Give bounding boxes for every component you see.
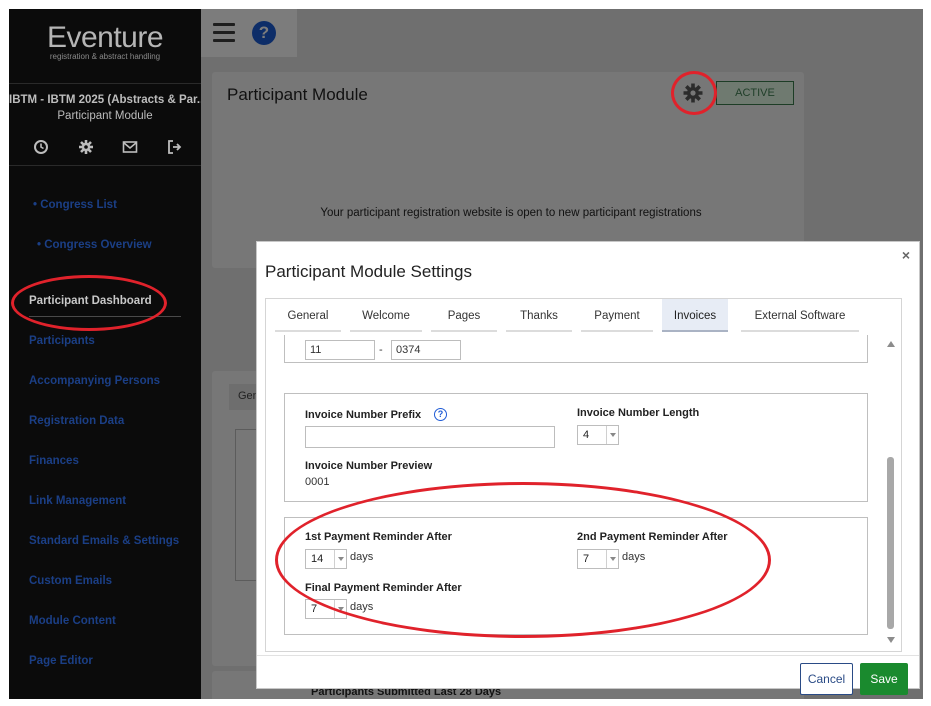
sidebar-item-accompanying-persons[interactable]: Accompanying Persons [29, 375, 160, 387]
sidebar-item-custom-emails[interactable]: Custom Emails [29, 575, 112, 587]
sidebar-item-module-content[interactable]: Module Content [29, 615, 116, 627]
app-window: Eventure registration & abstract handlin… [9, 9, 923, 699]
tab-general[interactable]: General [275, 299, 341, 332]
chevron-down-icon [334, 550, 346, 568]
sidebar-icon-bar [33, 139, 183, 155]
top-bar: ? [201, 9, 297, 57]
clock-icon[interactable] [33, 139, 49, 155]
hamburger-menu-icon[interactable] [213, 23, 235, 43]
invoice-number-section: Invoice Number Prefix ? Invoice Number L… [284, 393, 868, 502]
modal-title: Participant Module Settings [265, 262, 472, 281]
scroll-down-icon[interactable] [887, 637, 895, 643]
scroll-thumb[interactable] [887, 457, 894, 629]
tab-thanks[interactable]: Thanks [506, 299, 572, 332]
range-separator: - [379, 344, 383, 356]
divider [9, 165, 201, 166]
mail-icon[interactable] [122, 139, 138, 155]
logo: Eventure registration & abstract handlin… [9, 21, 201, 61]
invoice-start-field-b[interactable]: 0374 [391, 340, 461, 360]
days-unit: days [350, 551, 374, 563]
logo-subtitle: registration & abstract handling [49, 52, 161, 61]
sidebar-item-congress-overview[interactable]: • Congress Overview [37, 239, 152, 251]
settings-tabs: General Welcome Pages Thanks Payment Inv… [266, 299, 903, 333]
invoice-length-value: 4 [583, 429, 590, 441]
tab-invoices[interactable]: Invoices [662, 299, 728, 332]
invoice-preview-label: Invoice Number Preview [305, 460, 433, 472]
second-reminder-value: 7 [583, 553, 590, 565]
congress-title: IBTM - IBTM 2025 (Abstracts & Par... [9, 94, 201, 106]
logo-title: Eventure [46, 21, 164, 54]
modal-footer: Cancel Save [257, 655, 919, 695]
final-reminder-value: 7 [311, 603, 318, 615]
final-reminder-select[interactable]: 7 [305, 599, 347, 619]
divider [9, 83, 201, 84]
second-reminder-label: 2nd Payment Reminder After [577, 531, 728, 543]
settings-scroll-area[interactable]: 11 - 0374 Invoice Number Prefix ? Invoic… [266, 335, 903, 651]
days-unit: days [350, 601, 374, 613]
settings-gear-icon[interactable] [682, 82, 704, 104]
tab-pages[interactable]: Pages [431, 299, 497, 332]
scroll-up-icon[interactable] [887, 341, 895, 347]
active-underline [29, 316, 181, 317]
first-reminder-value: 14 [311, 553, 324, 565]
first-reminder-select[interactable]: 14 [305, 549, 347, 569]
sidebar-item-link-management[interactable]: Link Management [29, 495, 126, 507]
sidebar-item-finances[interactable]: Finances [29, 455, 79, 467]
invoice-prefix-input[interactable] [305, 426, 555, 448]
days-unit: days [622, 551, 646, 563]
tab-payment[interactable]: Payment [581, 299, 653, 332]
modal-body: General Welcome Pages Thanks Payment Inv… [265, 298, 902, 652]
module-name: Participant Module [57, 110, 153, 122]
sign-out-icon[interactable] [167, 139, 183, 155]
help-circle-icon[interactable]: ? [434, 408, 447, 421]
payment-reminders-section: 1st Payment Reminder After 14 days 2nd P… [284, 517, 868, 635]
page-title: Participant Module [227, 85, 368, 104]
tab-external-software[interactable]: External Software [741, 299, 859, 332]
second-reminder-select[interactable]: 7 [577, 549, 619, 569]
sidebar-item-congress-list[interactable]: • Congress List [33, 199, 117, 211]
sidebar-item-registration-data[interactable]: Registration Data [29, 415, 124, 427]
chevron-down-icon [334, 600, 346, 618]
invoice-length-select[interactable]: 4 [577, 425, 619, 445]
settings-modal: Participant Module Settings × General We… [256, 241, 920, 695]
help-icon[interactable]: ? [252, 21, 276, 45]
status-badge: ACTIVE [716, 81, 794, 105]
vertical-scrollbar[interactable] [884, 335, 898, 651]
invoice-prefix-label: Invoice Number Prefix [305, 409, 422, 421]
save-button[interactable]: Save [860, 663, 908, 695]
invoice-preview-value: 0001 [305, 476, 330, 488]
sidebar: Eventure registration & abstract handlin… [9, 9, 201, 699]
gear-icon[interactable] [78, 139, 94, 155]
chevron-down-icon [606, 550, 618, 568]
close-icon[interactable]: × [902, 247, 910, 263]
invoice-length-label: Invoice Number Length [577, 407, 700, 419]
sidebar-item-participants[interactable]: Participants [29, 335, 95, 347]
cancel-button[interactable]: Cancel [800, 663, 853, 695]
invoice-start-field-a[interactable]: 11 [305, 340, 375, 360]
invoice-number-start-section: 11 - 0374 [284, 335, 868, 363]
tab-welcome[interactable]: Welcome [350, 299, 422, 332]
registration-open-message: Your participant registration website is… [320, 207, 702, 219]
sidebar-item-page-editor[interactable]: Page Editor [29, 655, 93, 667]
sidebar-item-standard-emails[interactable]: Standard Emails & Settings [29, 535, 179, 547]
first-reminder-label: 1st Payment Reminder After [305, 531, 452, 543]
sidebar-item-participant-dashboard[interactable]: Participant Dashboard [29, 295, 152, 307]
final-reminder-label: Final Payment Reminder After [305, 582, 462, 594]
chevron-down-icon [606, 426, 618, 444]
